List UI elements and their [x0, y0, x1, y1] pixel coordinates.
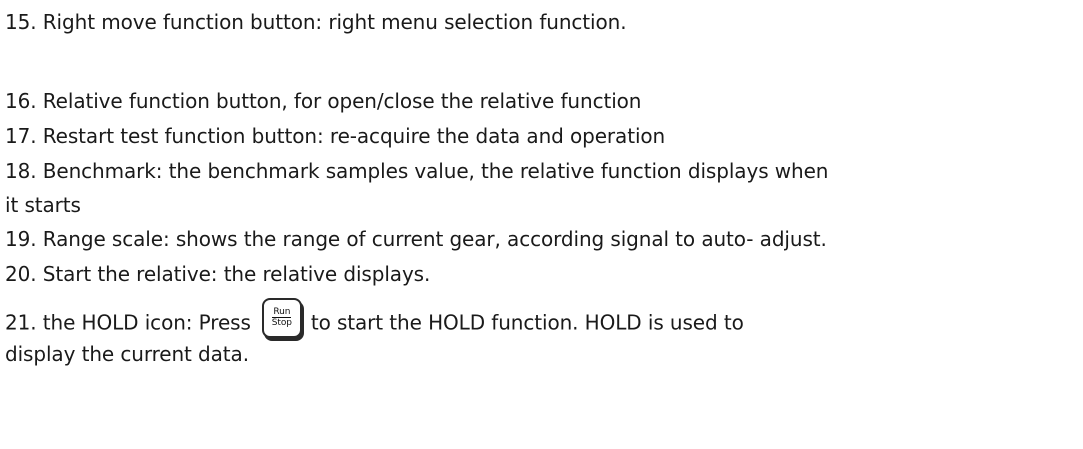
document-page: 15. Right move function button: right me…: [0, 0, 1083, 449]
item-16-text: 16. Relative function button, for open/c…: [5, 89, 642, 113]
item-21-prefix: 21. the HOLD icon: Press: [5, 310, 251, 335]
item-18-text: 18. Benchmark: the benchmark samples val…: [5, 159, 829, 183]
item-18-continuation: it starts: [5, 193, 81, 217]
item-21-continuation: display the current data.: [5, 342, 249, 366]
item-17-text: 17. Restart test function button: re-acq…: [5, 124, 666, 148]
item-19-text: 19. Range scale: shows the range of curr…: [5, 227, 827, 251]
run-stop-key-icon: Run Stop: [261, 298, 302, 338]
item-21-suffix: to start the HOLD function. HOLD is used…: [310, 310, 744, 335]
stop-label: Stop: [271, 317, 292, 328]
item-15-text: 15. Right move function button: right me…: [5, 10, 627, 34]
item-20-text: 20. Start the relative: the relative dis…: [5, 262, 431, 286]
run-label: Run: [272, 306, 292, 318]
item-21-text: 21. the HOLD icon: Press Run Stop to start …: [5, 298, 744, 344]
